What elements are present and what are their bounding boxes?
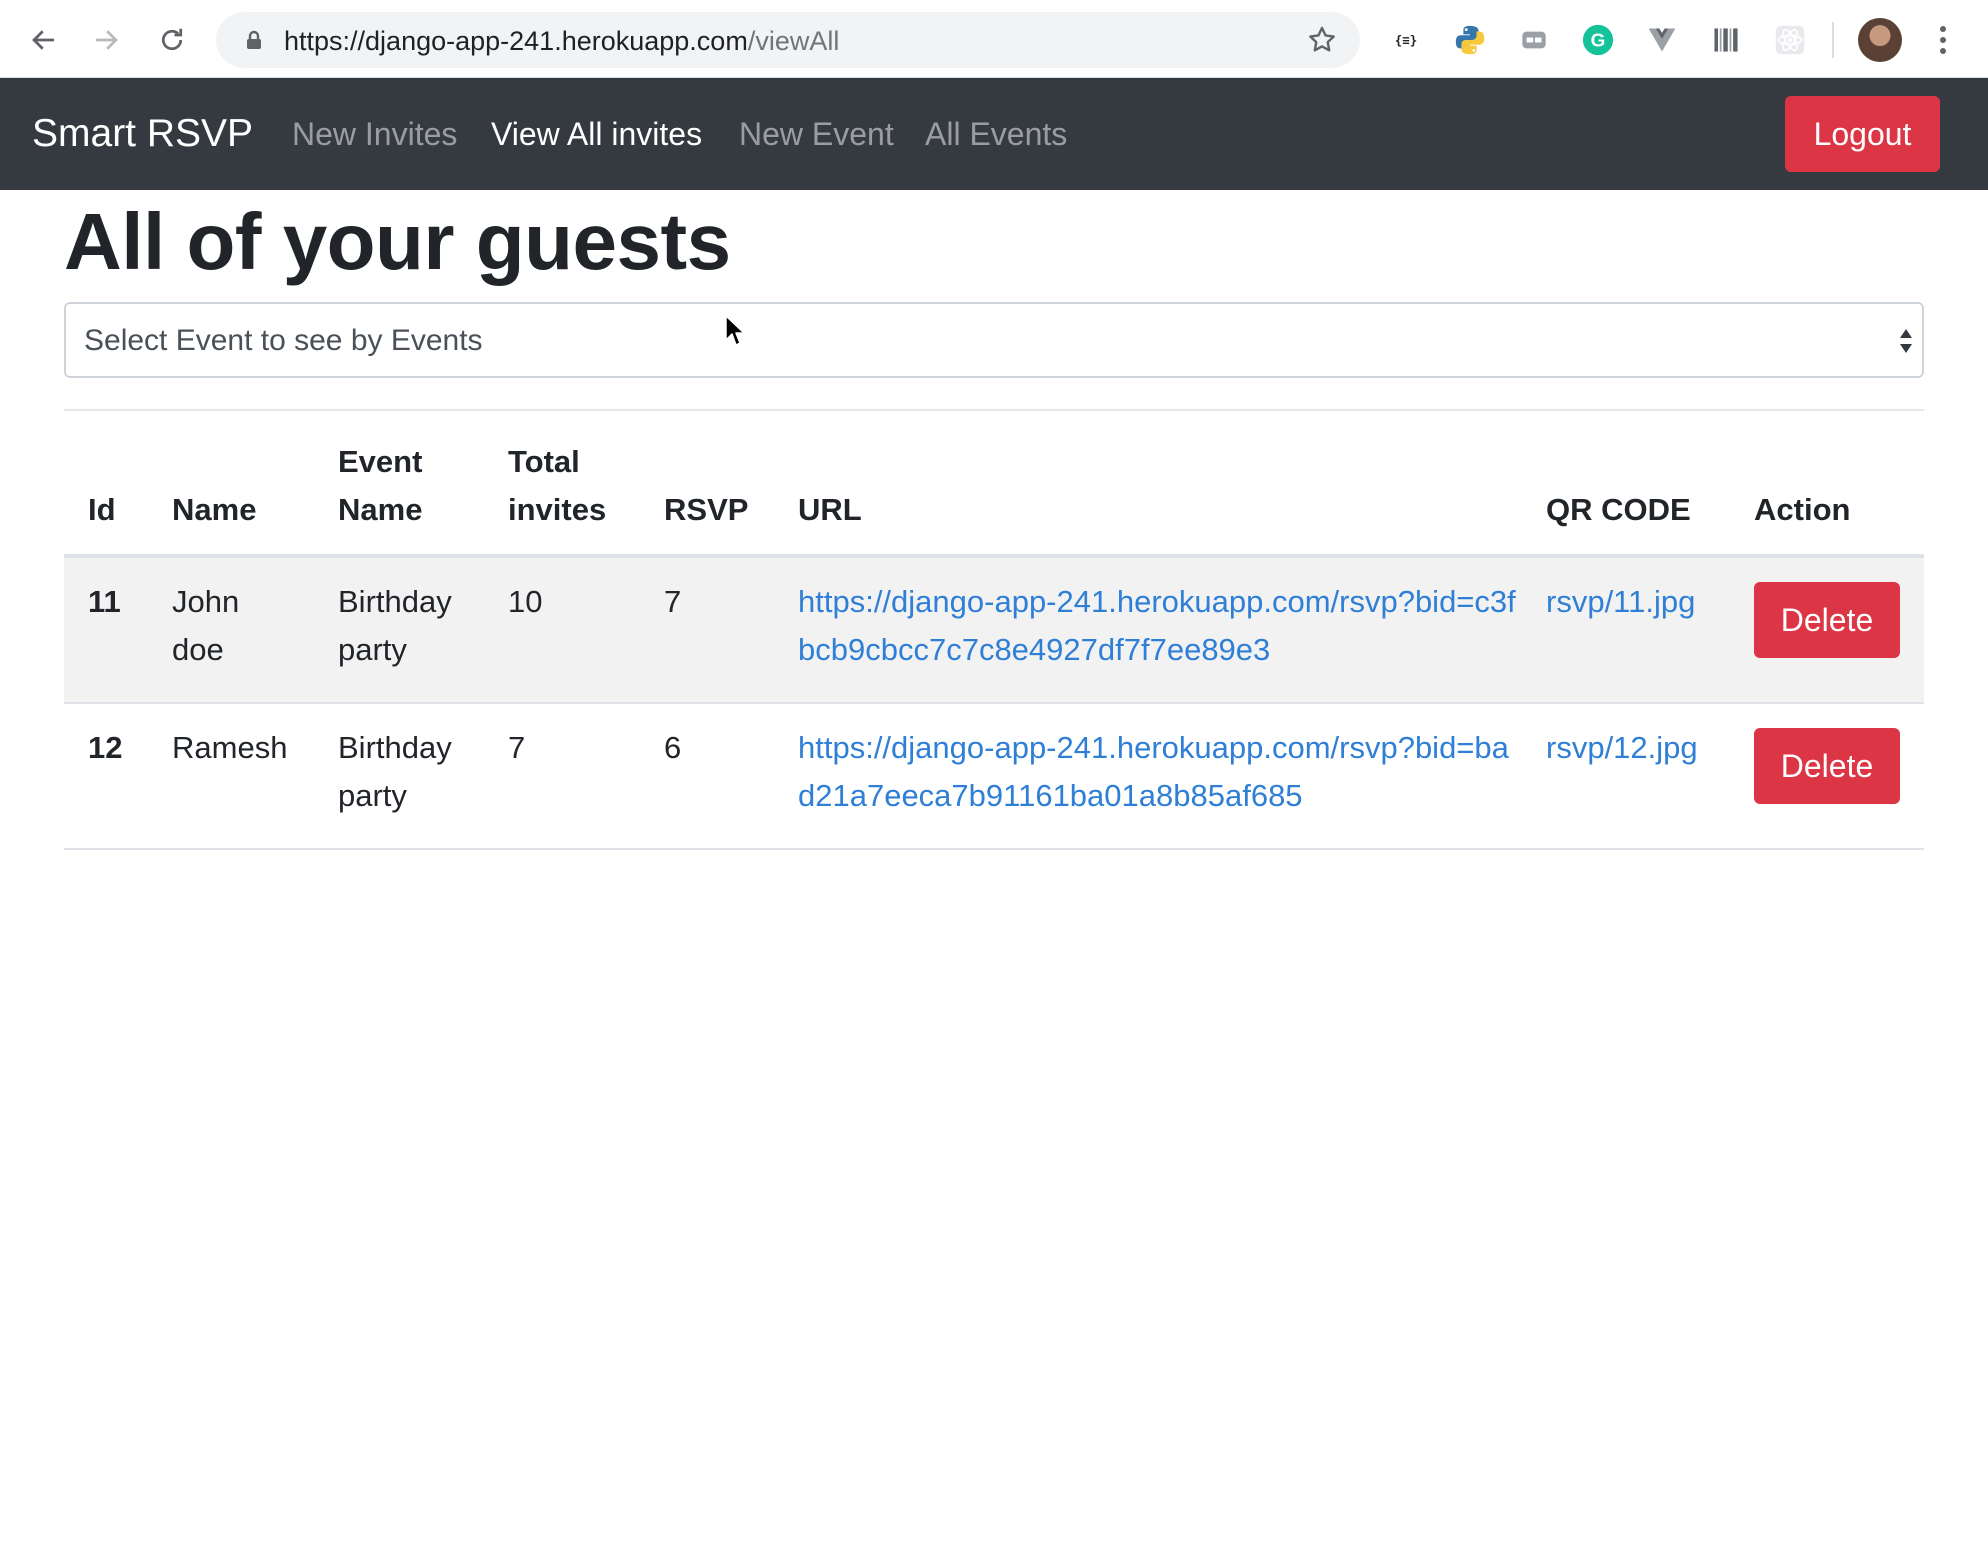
cell-event-name: Birthday party (338, 584, 452, 667)
delete-button[interactable]: Delete (1754, 582, 1900, 658)
header-url: URL (798, 492, 862, 527)
svg-text:G: G (1591, 31, 1606, 52)
address-bar[interactable]: https://django-app-241.herokuapp.com/vie… (216, 12, 1360, 68)
json-viewer-icon[interactable]: {≡} (1388, 22, 1424, 58)
header-name: Name (172, 492, 257, 527)
nav-new-event[interactable]: New Event (739, 116, 894, 153)
app-navbar: Smart RSVP New Invites View All invites … (0, 78, 1988, 190)
rsvp-url-link[interactable]: https://django-app-241.herokuapp.com/rsv… (798, 724, 1518, 820)
cell-id: 11 (88, 584, 121, 619)
header-qr-code: QR CODE (1546, 492, 1691, 527)
media-icon[interactable] (1516, 22, 1552, 58)
grammarly-icon[interactable]: G (1580, 22, 1616, 58)
url-host: https://django-app-241.herokuapp.com (284, 26, 748, 56)
table-row: 12 Ramesh Birthday party 7 6 https://dja… (64, 704, 1924, 850)
barcode-icon[interactable] (1708, 22, 1744, 58)
event-filter-select[interactable]: Select Event to see by Events (64, 302, 1924, 378)
header-rsvp: RSVP (664, 492, 749, 527)
event-filter-placeholder: Select Event to see by Events (84, 324, 483, 357)
qr-code-link[interactable]: rsvp/12.jpg (1546, 724, 1698, 772)
cell-name: John doe (172, 584, 240, 667)
rsvp-url-link[interactable]: https://django-app-241.herokuapp.com/rsv… (798, 578, 1518, 674)
page-title: All of your guests (64, 197, 731, 286)
cell-rsvp: 7 (664, 584, 682, 619)
reload-icon[interactable] (150, 18, 194, 62)
react-devtools-icon[interactable] (1772, 22, 1808, 58)
browser-toolbar: https://django-app-241.herokuapp.com/vie… (0, 0, 1988, 78)
nav-all-events[interactable]: All Events (925, 116, 1067, 153)
profile-avatar[interactable] (1858, 18, 1902, 62)
header-id: Id (88, 492, 116, 527)
brand-logo[interactable]: Smart RSVP (32, 112, 253, 156)
header-event-name: Event Name (338, 444, 423, 527)
vue-devtools-icon[interactable] (1644, 22, 1680, 58)
cell-id: 12 (88, 730, 123, 765)
back-arrow-icon[interactable] (22, 18, 66, 62)
delete-button[interactable]: Delete (1754, 728, 1900, 804)
qr-code-link[interactable]: rsvp/11.jpg (1546, 578, 1695, 626)
cell-total-invites: 10 (508, 584, 543, 619)
toolbar-separator (1832, 22, 1834, 58)
mouse-cursor-icon (725, 315, 745, 346)
browser-menu-icon[interactable] (1936, 22, 1950, 58)
select-arrows-icon (1900, 329, 1912, 353)
header-total-invites: Total invites (508, 444, 607, 527)
table-row: 11 John doe Birthday party 10 7 https://… (64, 558, 1924, 704)
cell-name: Ramesh (172, 730, 288, 765)
lock-icon (247, 30, 261, 49)
python-icon[interactable] (1452, 22, 1488, 58)
svg-text:{≡}: {≡} (1395, 32, 1417, 47)
url-path: /viewAll (747, 26, 840, 56)
bookmark-star-icon[interactable] (1306, 24, 1338, 56)
cell-event-name: Birthday party (338, 730, 452, 813)
cell-rsvp: 6 (664, 730, 682, 765)
logout-button[interactable]: Logout (1785, 96, 1940, 172)
forward-arrow-icon[interactable] (84, 18, 128, 62)
table-header: Id Name Event Name Total invites RSVP UR… (64, 410, 1924, 558)
url-text: https://django-app-241.herokuapp.com/vie… (284, 26, 839, 57)
header-action: Action (1754, 492, 1851, 527)
guests-table: Id Name Event Name Total invites RSVP UR… (64, 410, 1924, 850)
cell-total-invites: 7 (508, 730, 526, 765)
nav-view-all-invites[interactable]: View All invites (491, 116, 702, 153)
nav-new-invites[interactable]: New Invites (292, 116, 457, 153)
